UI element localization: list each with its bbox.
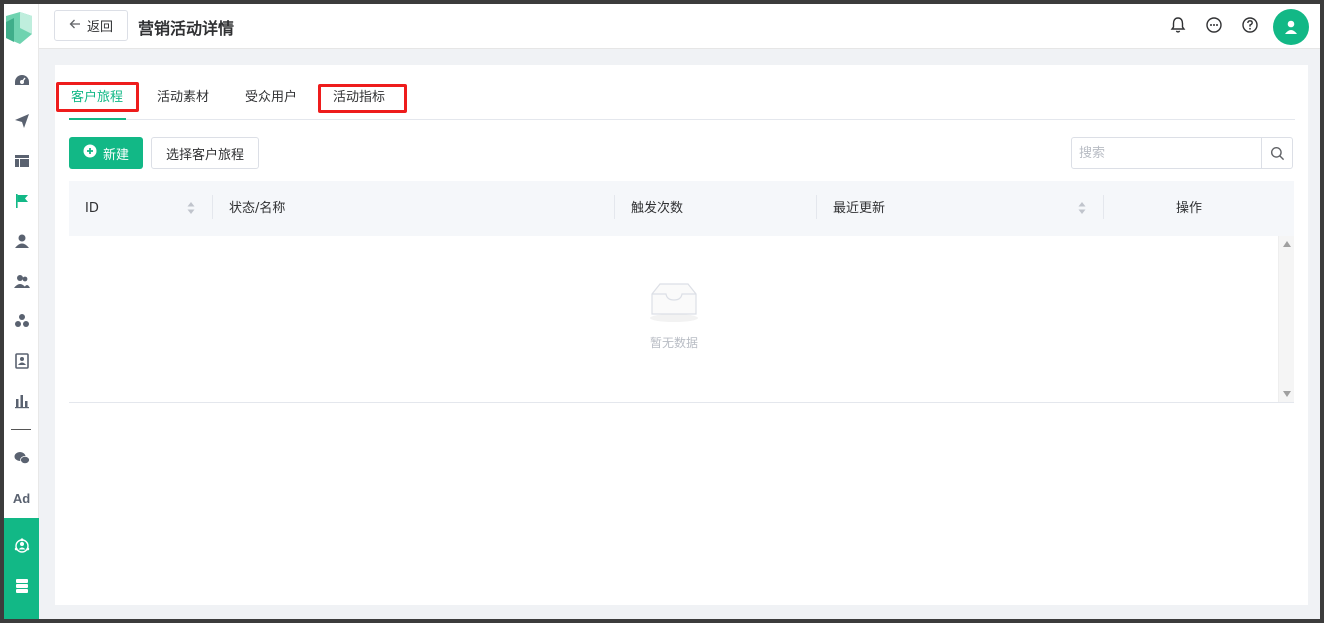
column-header-last-updated: 最近更新 — [833, 201, 886, 216]
column-header-trigger-count: 触发次数 — [631, 201, 684, 216]
table-scrollbar[interactable] — [1278, 236, 1294, 402]
table-body: 暂无数据 — [69, 236, 1294, 402]
users-icon[interactable] — [4, 267, 39, 295]
tab-campaign-materials[interactable]: 活动素材 — [157, 90, 209, 120]
search-input[interactable] — [1072, 138, 1262, 168]
select-journey-button[interactable]: 选择客户旅程 — [151, 137, 259, 169]
user-avatar-icon — [1285, 20, 1297, 34]
search-button[interactable] — [1261, 138, 1292, 168]
badge-icon[interactable] — [4, 347, 39, 375]
flag-icon[interactable] — [4, 187, 39, 215]
bar-chart-icon[interactable] — [4, 387, 39, 415]
layout-icon[interactable] — [4, 147, 39, 175]
cluster-icon[interactable] — [4, 307, 39, 335]
content-card: 客户旅程 活动素材 受众用户 活动指标 新建 选择客户旅程 ID — [55, 65, 1308, 605]
sort-caret-icon[interactable] — [1078, 201, 1086, 215]
server-icon[interactable] — [4, 572, 39, 600]
table-header: ID 状态/名称 触发次数 最近更新 操作 — [69, 181, 1294, 236]
plus-circle-icon — [83, 144, 97, 162]
back-button[interactable]: 返回 — [54, 10, 128, 41]
column-divider — [1103, 195, 1104, 219]
empty-text: 暂无数据 — [649, 336, 698, 350]
new-button[interactable]: 新建 — [69, 137, 143, 169]
ad-item[interactable]: Ad — [4, 484, 39, 512]
column-divider — [212, 195, 213, 219]
column-header-actions: 操作 — [1176, 201, 1203, 216]
back-label: 返回 — [86, 20, 113, 35]
empty-state: 暂无数据 — [639, 280, 709, 351]
page-title: 营销活动详情 — [138, 19, 235, 38]
wechat-icon[interactable] — [4, 444, 39, 472]
logo — [4, 8, 39, 52]
tab-bar: 客户旅程 活动素材 受众用户 活动指标 — [69, 89, 1295, 120]
arrow-left-icon — [69, 18, 81, 34]
sidebar: Ad — [4, 4, 39, 619]
help-icon[interactable] — [1241, 16, 1259, 34]
avatar[interactable] — [1273, 9, 1309, 45]
sort-caret-icon[interactable] — [187, 201, 195, 215]
user-icon[interactable] — [4, 227, 39, 255]
highlight-box-tab-campaign-metrics — [318, 84, 407, 113]
search-box — [1071, 137, 1293, 169]
scroll-down-icon[interactable] — [1282, 390, 1292, 398]
top-header: 返回 营销活动详情 — [39, 4, 1320, 49]
scroll-up-icon[interactable] — [1282, 240, 1292, 248]
column-divider — [614, 195, 615, 219]
highlight-box-tab-customer-journey — [56, 82, 139, 112]
journey-table: ID 状态/名称 触发次数 最近更新 操作 暂无数据 — [69, 181, 1294, 403]
send-icon[interactable] — [4, 107, 39, 135]
chat-icon[interactable] — [1205, 16, 1223, 34]
search-icon — [1270, 146, 1284, 160]
column-header-id: ID — [85, 201, 99, 216]
tab-audience-users[interactable]: 受众用户 — [245, 90, 297, 120]
tab-active-underline — [69, 118, 126, 120]
column-divider — [816, 195, 817, 219]
new-button-label: 新建 — [102, 147, 129, 163]
dashboard-icon[interactable] — [4, 67, 39, 95]
ad-label: Ad — [12, 490, 31, 506]
journey-icon[interactable] — [4, 532, 39, 560]
app-window: Ad 返回 营销活动详情 客户旅程 活动素材 受众用户 活动指标 新建 选择客户… — [4, 4, 1320, 619]
column-header-status-name: 状态/名称 — [229, 201, 286, 216]
empty-inbox-icon — [650, 283, 698, 322]
sidebar-bottom-panel — [4, 518, 39, 619]
sidebar-divider — [11, 429, 31, 430]
bell-icon[interactable] — [1169, 16, 1187, 34]
